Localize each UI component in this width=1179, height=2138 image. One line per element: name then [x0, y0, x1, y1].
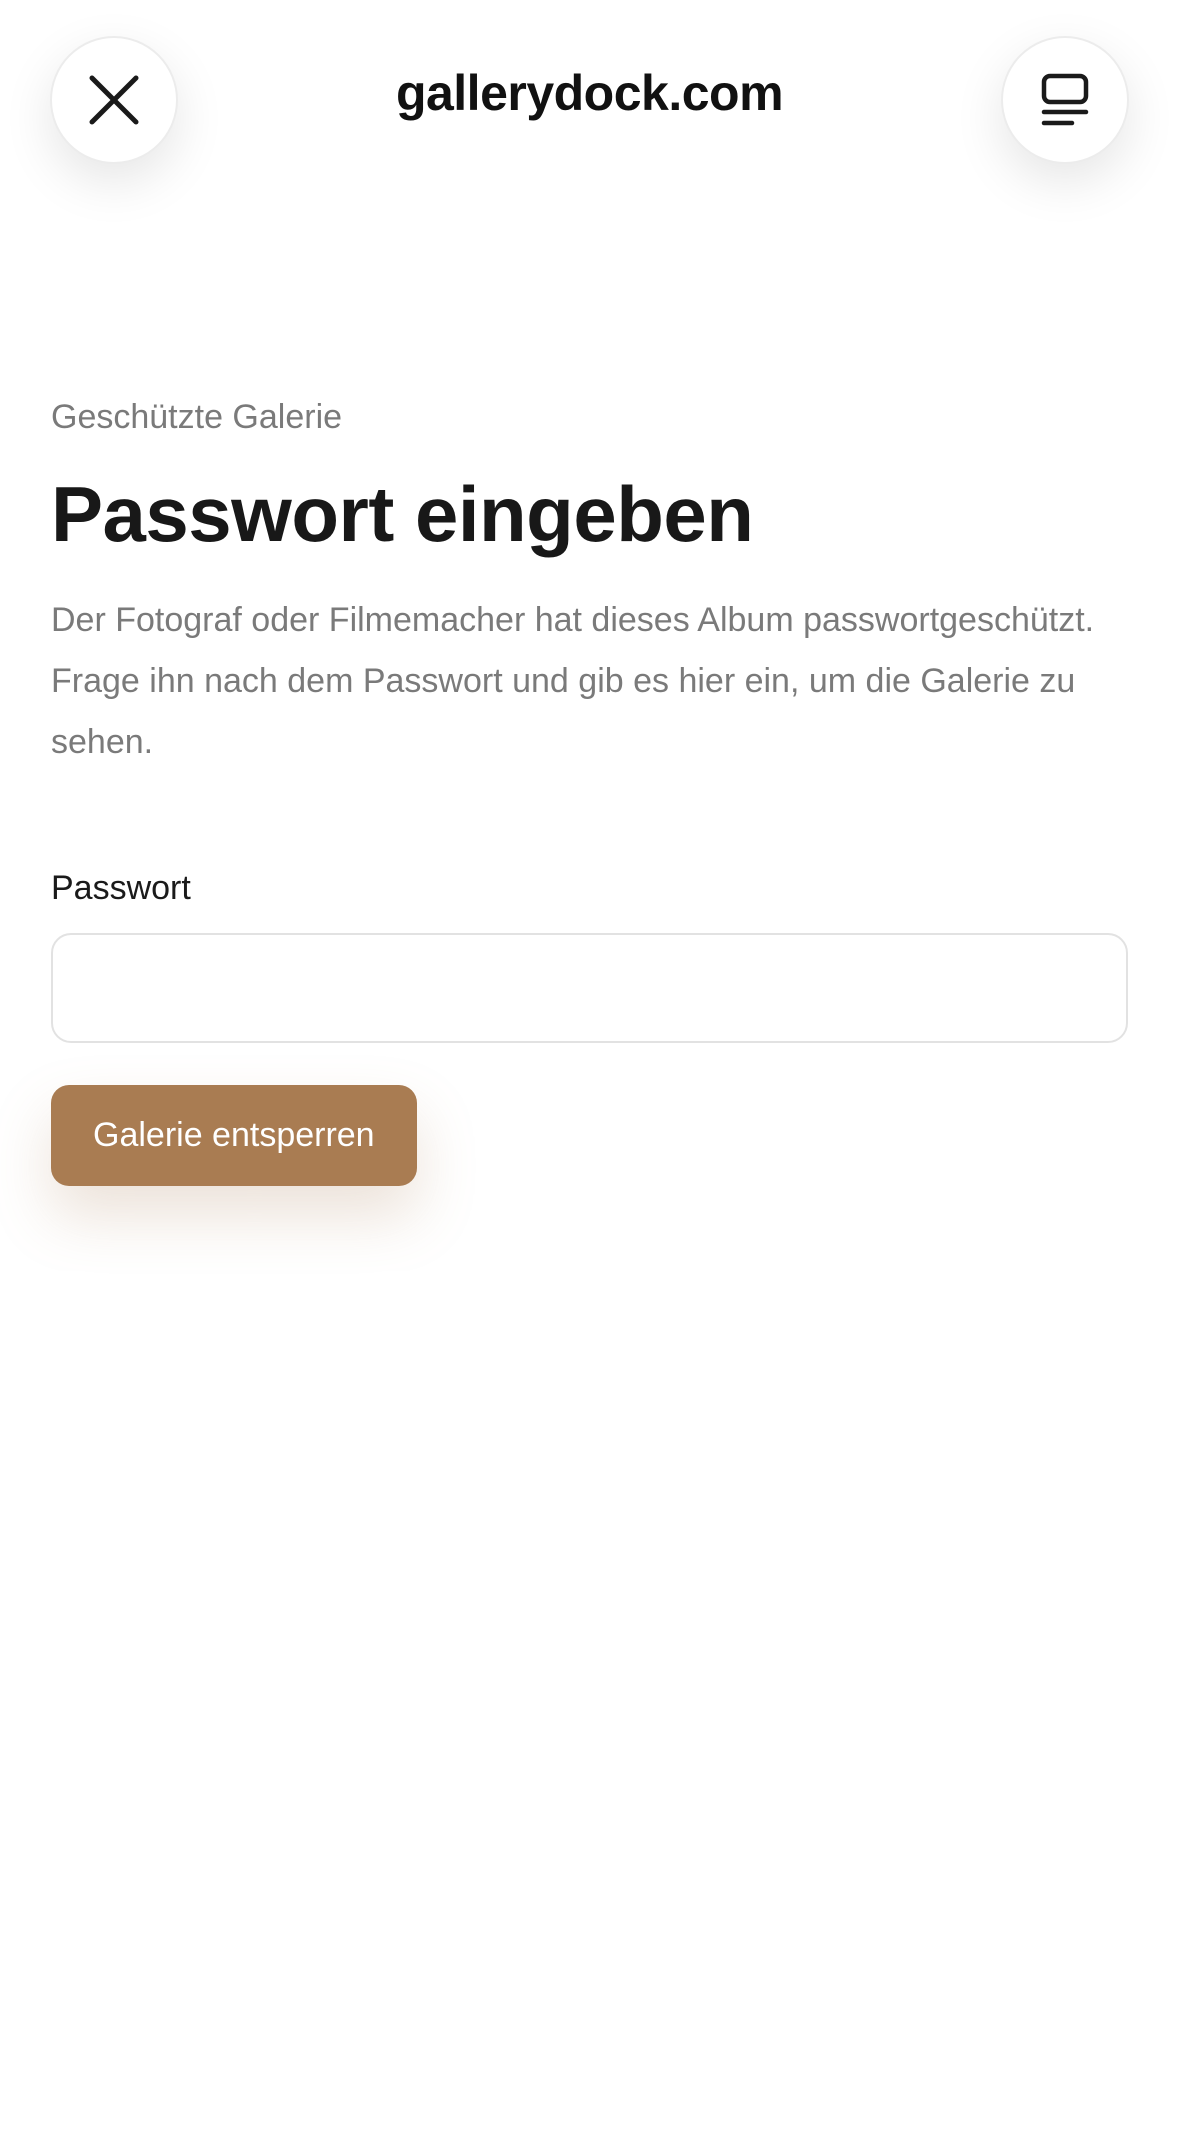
- tabs-button[interactable]: [1001, 36, 1129, 164]
- password-input[interactable]: [51, 933, 1128, 1043]
- password-form: Geschützte Galerie Passwort eingeben Der…: [51, 390, 1128, 1186]
- unlock-gallery-button[interactable]: Galerie entsperren: [51, 1085, 417, 1186]
- page: gallerydock.com Geschützte Galerie Passw…: [0, 0, 1179, 2138]
- password-label: Passwort: [51, 869, 191, 907]
- tabs-overview-icon: [1041, 73, 1089, 126]
- page-title: Passwort eingeben: [51, 470, 754, 558]
- browser-topbar: gallerydock.com: [0, 0, 1179, 200]
- gallery-eyebrow: Geschützte Galerie: [51, 398, 343, 436]
- gallery-description: Der Fotograf oder Filmemacher hat dieses…: [51, 601, 1095, 761]
